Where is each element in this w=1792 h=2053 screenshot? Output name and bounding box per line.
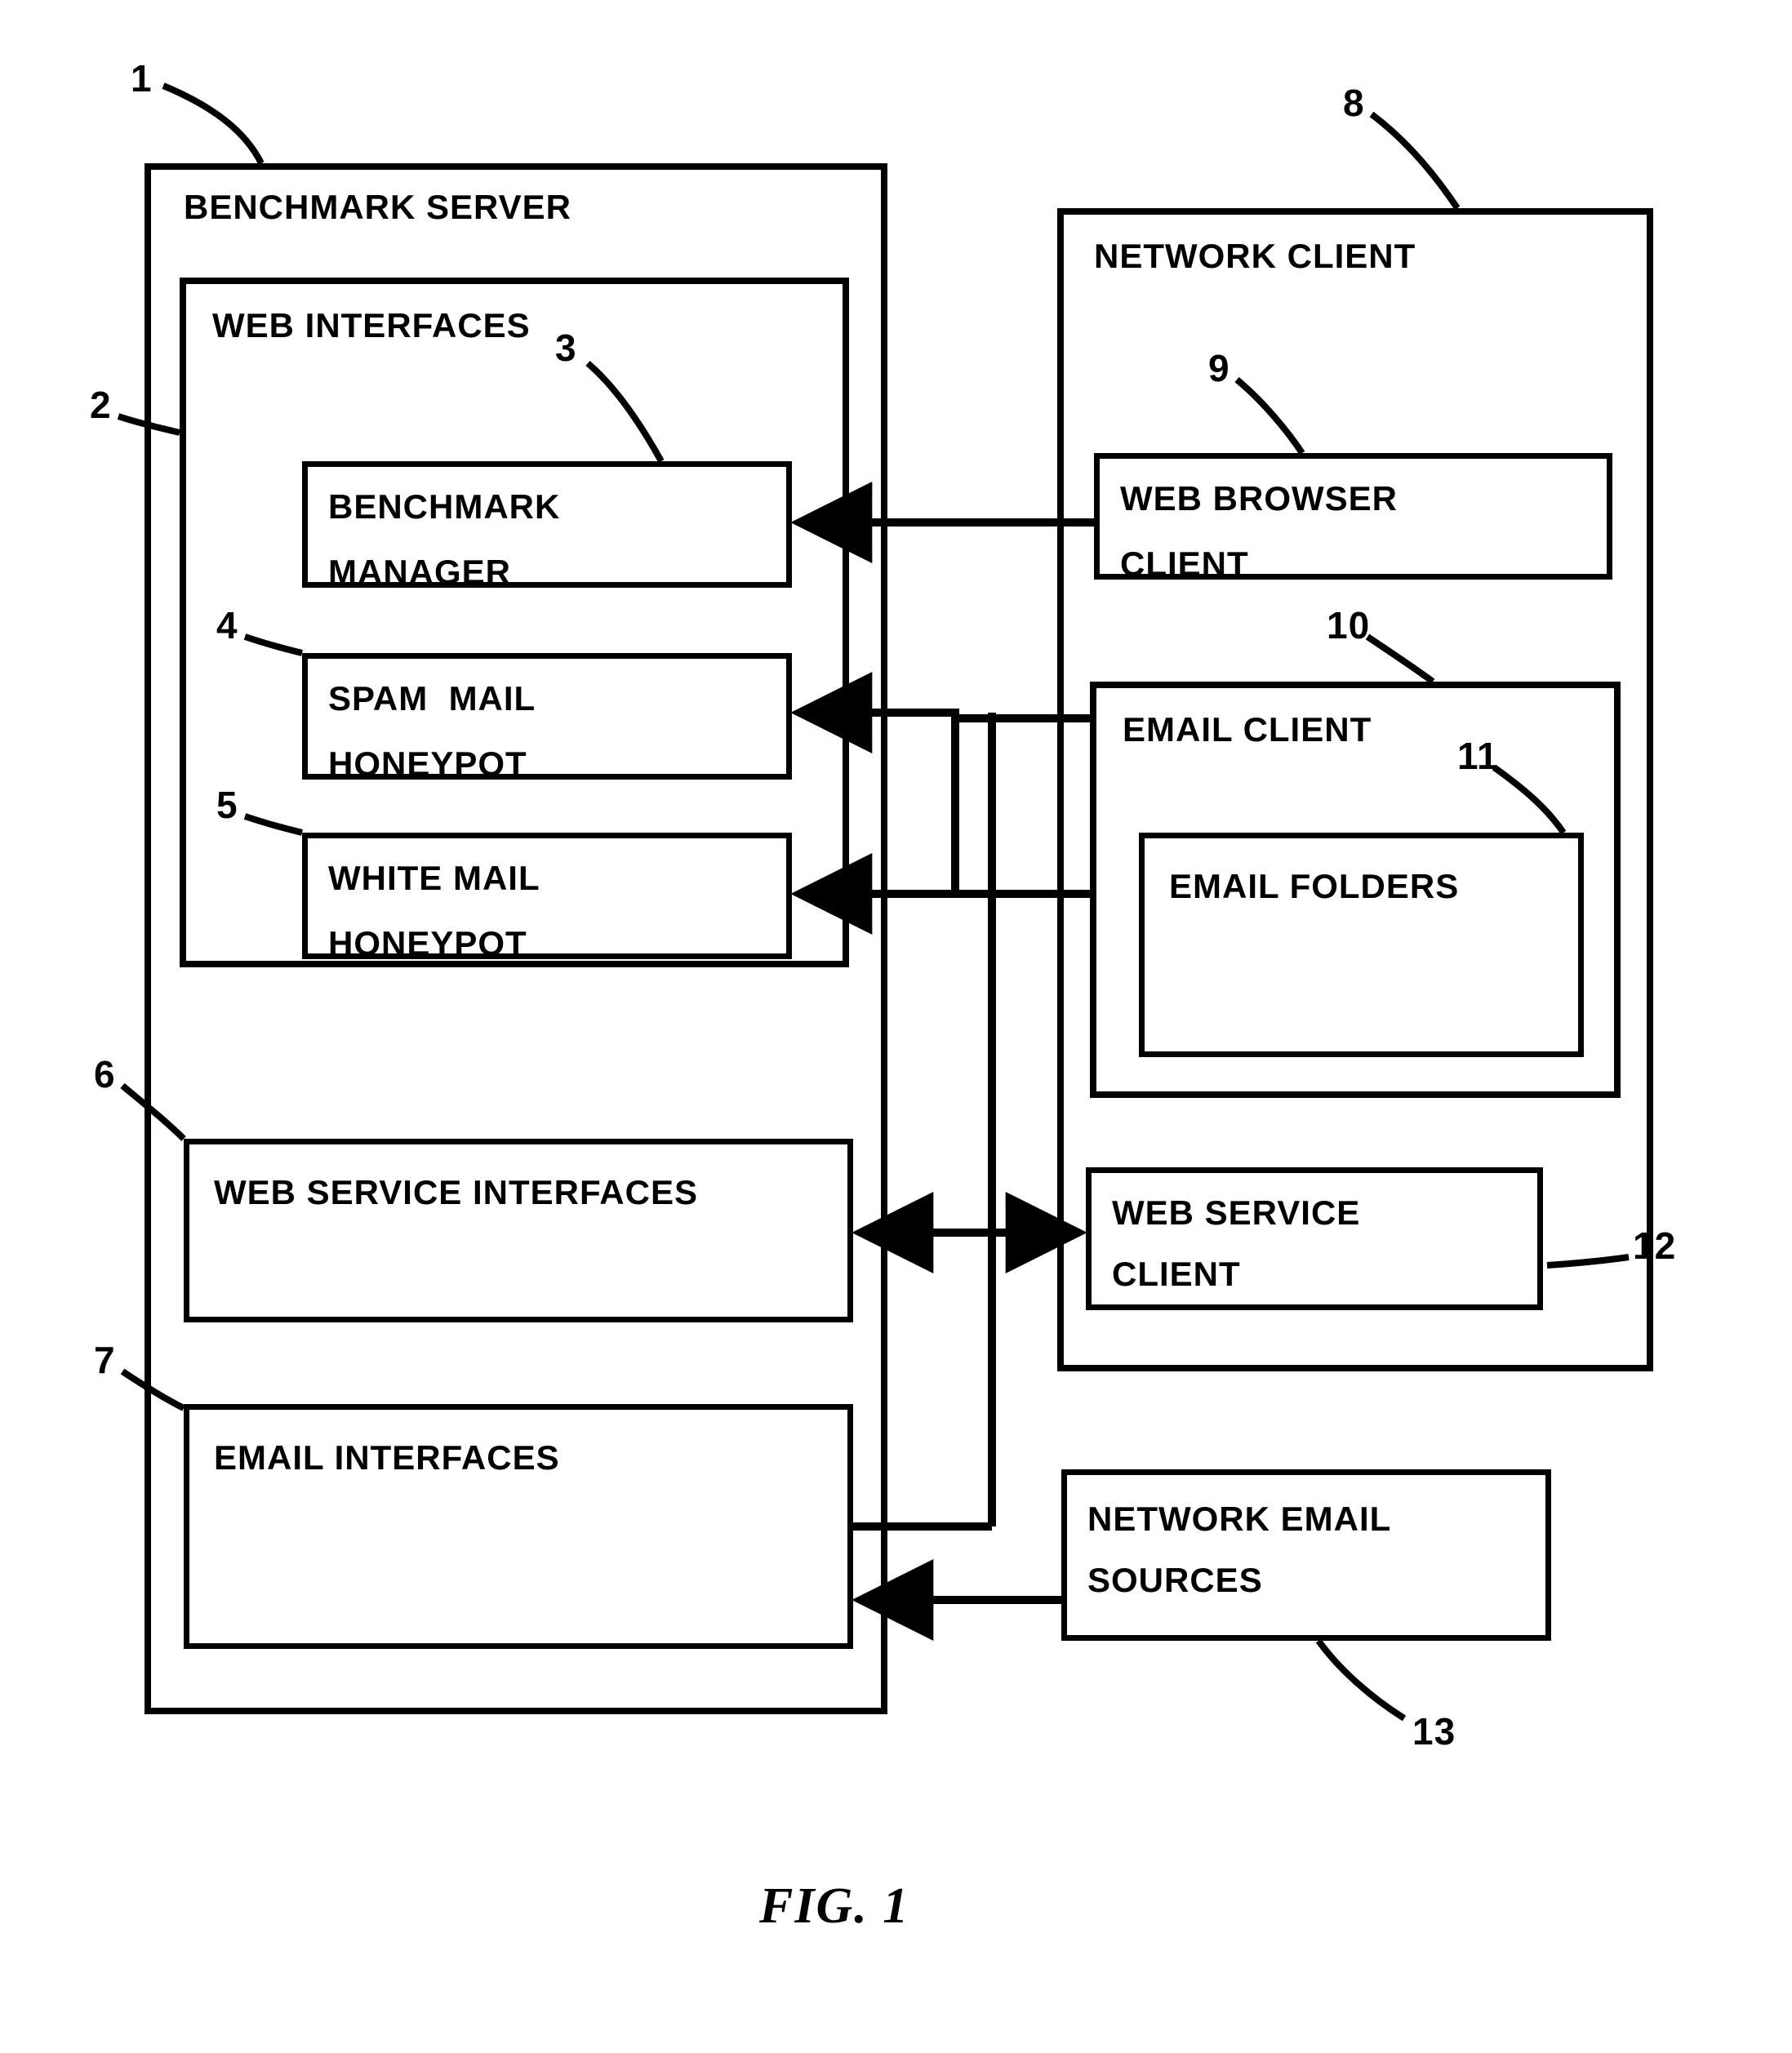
white-mail-line1: WHITE MAIL — [328, 859, 540, 898]
ref-10: 10 — [1327, 604, 1370, 647]
ref-8: 8 — [1343, 82, 1365, 125]
ref-11: 11 — [1457, 735, 1499, 778]
web-service-interfaces-title: WEB SERVICE INTERFACES — [214, 1173, 698, 1212]
network-email-sources-box: NETWORK EMAIL SOURCES — [1061, 1469, 1551, 1641]
network-client-title: NETWORK CLIENT — [1094, 237, 1416, 276]
ref-1: 1 — [131, 57, 153, 100]
ref-7: 7 — [94, 1339, 116, 1382]
web-service-interfaces-box: WEB SERVICE INTERFACES — [184, 1139, 853, 1322]
web-browser-line1: WEB BROWSER — [1120, 479, 1398, 518]
ref-5: 5 — [216, 784, 238, 827]
spam-mail-honeypot-box: SPAM MAIL HONEYPOT — [302, 653, 792, 780]
ref-2: 2 — [90, 384, 112, 427]
ref-4: 4 — [216, 604, 238, 647]
ref-12: 12 — [1633, 1224, 1676, 1268]
white-mail-line2: HONEYPOT — [328, 924, 527, 959]
email-client-title: EMAIL CLIENT — [1123, 710, 1372, 749]
diagram-canvas: BENCHMARK SERVER WEB INTERFACES BENCHMAR… — [0, 0, 1792, 2053]
white-mail-honeypot-box: WHITE MAIL HONEYPOT — [302, 833, 792, 959]
benchmark-manager-line1: BENCHMARK — [328, 487, 560, 527]
ref-13: 13 — [1412, 1710, 1456, 1753]
benchmark-manager-box: BENCHMARK MANAGER — [302, 461, 792, 588]
ref-6: 6 — [94, 1053, 116, 1096]
benchmark-manager-line2: MANAGER — [328, 553, 511, 588]
spam-mail-line2: HONEYPOT — [328, 744, 527, 780]
benchmark-server-title: BENCHMARK SERVER — [184, 188, 571, 227]
network-email-sources-line2: SOURCES — [1087, 1561, 1263, 1600]
web-browser-client-box: WEB BROWSER CLIENT — [1094, 453, 1612, 580]
ref-9: 9 — [1208, 347, 1230, 390]
email-interfaces-title: EMAIL INTERFACES — [214, 1438, 560, 1478]
spam-mail-line1: SPAM MAIL — [328, 679, 536, 718]
email-interfaces-box: EMAIL INTERFACES — [184, 1404, 853, 1649]
web-service-client-line2: CLIENT — [1112, 1255, 1241, 1294]
web-service-client-box: WEB SERVICE CLIENT — [1086, 1167, 1543, 1310]
email-folders-title: EMAIL FOLDERS — [1169, 867, 1459, 906]
web-browser-line2: CLIENT — [1120, 544, 1249, 580]
network-email-sources-line1: NETWORK EMAIL — [1087, 1500, 1391, 1539]
ref-3: 3 — [555, 327, 577, 370]
web-service-client-line1: WEB SERVICE — [1112, 1193, 1360, 1233]
figure-caption: FIG. 1 — [759, 1877, 909, 1935]
email-folders-box: EMAIL FOLDERS — [1139, 833, 1584, 1057]
web-interfaces-title: WEB INTERFACES — [212, 306, 531, 345]
